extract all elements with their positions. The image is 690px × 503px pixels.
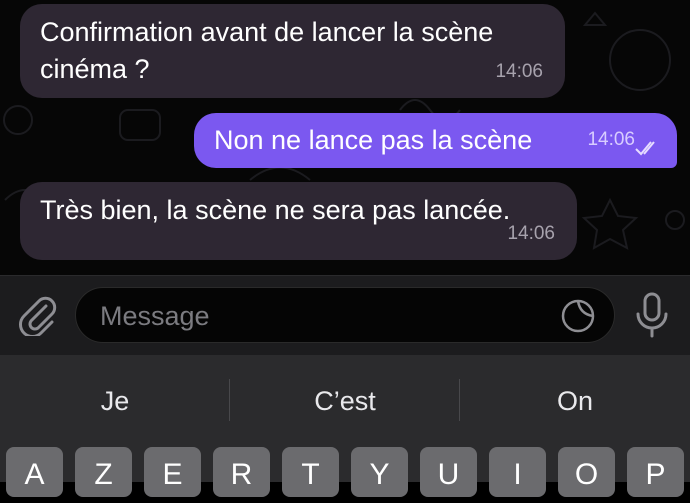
sticker-icon[interactable]	[560, 298, 596, 334]
double-check-icon	[635, 141, 655, 156]
key-p[interactable]: P	[627, 447, 684, 497]
suggestion-item[interactable]: On	[460, 355, 690, 447]
chat-area[interactable]: Confirmation avant de lancer la scène ci…	[0, 0, 690, 275]
key-t[interactable]: T	[282, 447, 339, 497]
message-text: Non ne lance pas la scène	[214, 125, 533, 155]
message-bubble-incoming[interactable]: Très bien, la scène ne sera pas lancée. …	[20, 182, 577, 260]
key-i[interactable]: I	[489, 447, 546, 497]
key-r[interactable]: R	[213, 447, 270, 497]
suggestion-item[interactable]: C’est	[230, 355, 460, 447]
message-field[interactable]	[75, 287, 615, 344]
key-z[interactable]: Z	[75, 447, 132, 497]
keyboard: Je C’est On A Z E R T Y U I O P	[0, 355, 690, 497]
key-row-1: A Z E R T Y U I O P	[0, 447, 690, 497]
key-u[interactable]: U	[420, 447, 477, 497]
message-bubble-outgoing[interactable]: Non ne lance pas la scène 14:06	[194, 113, 677, 168]
microphone-icon[interactable]	[634, 292, 670, 338]
message-bubble-incoming[interactable]: Confirmation avant de lancer la scène ci…	[20, 4, 565, 98]
message-time: 14:06	[495, 61, 543, 82]
paperclip-icon[interactable]	[16, 294, 58, 336]
key-o[interactable]: O	[558, 447, 615, 497]
message-time: 14:06	[587, 129, 635, 150]
key-y[interactable]: Y	[351, 447, 408, 497]
message-input[interactable]	[98, 288, 542, 344]
suggestion-item[interactable]: Je	[0, 355, 230, 447]
suggestion-bar: Je C’est On	[0, 355, 690, 447]
message-text: Très bien, la scène ne sera pas lancée.	[40, 195, 511, 225]
key-a[interactable]: A	[6, 447, 63, 497]
message-time: 14:06	[507, 223, 555, 244]
key-e[interactable]: E	[144, 447, 201, 497]
message-composer	[0, 275, 690, 355]
message-text: Confirmation avant de lancer la scène ci…	[40, 17, 494, 84]
